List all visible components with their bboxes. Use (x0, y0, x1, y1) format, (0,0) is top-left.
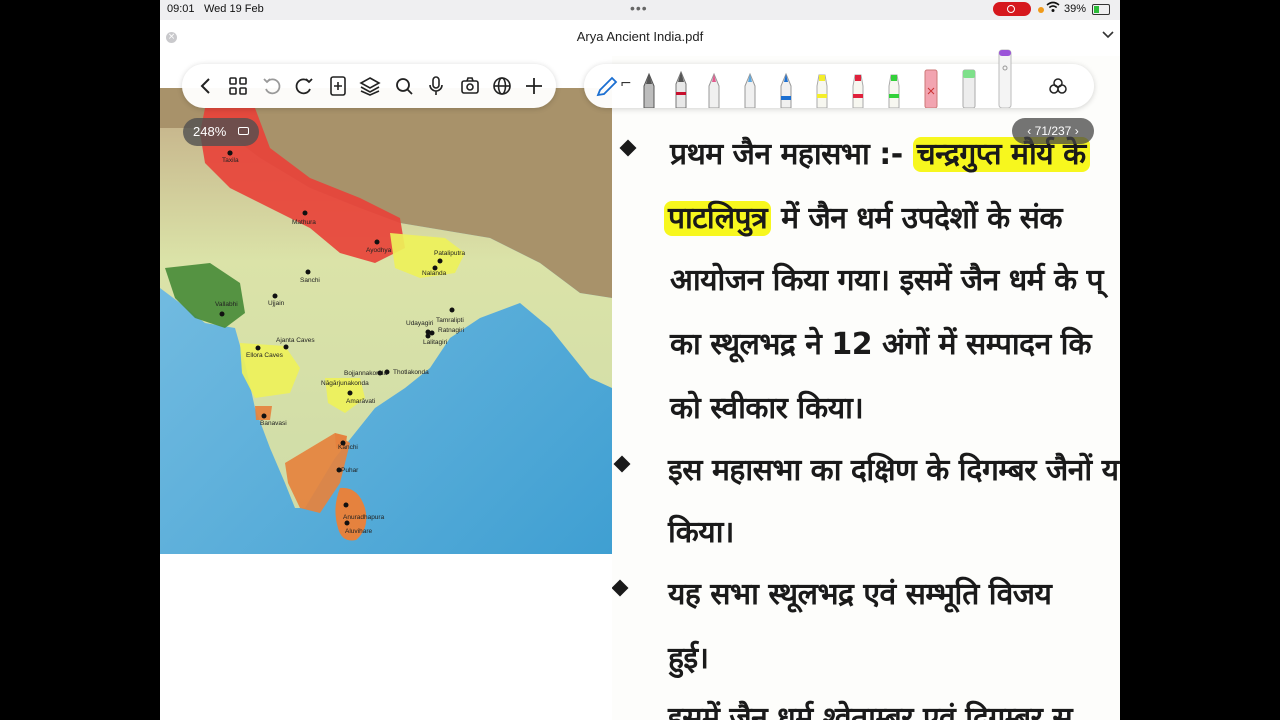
add-icon[interactable] (522, 74, 546, 98)
undo-icon[interactable] (260, 74, 284, 98)
doc-line: को स्वीकार किया। (670, 391, 864, 426)
map-label: Banavasi (260, 420, 287, 427)
annotation-toolbar: ⌐ (584, 49, 1094, 109)
highlighter-green-icon[interactable] (888, 72, 900, 109)
lasso-icon[interactable]: ⌐ (620, 76, 632, 92)
map-label: Amarāvati (346, 398, 375, 405)
pen-blue-icon[interactable] (780, 72, 792, 109)
title-bar: × Arya Ancient India.pdf (160, 20, 1120, 56)
highlight: पाटलिपुत्र (664, 201, 772, 236)
status-date: Wed 19 Feb (204, 3, 264, 15)
pdf-page[interactable]: प्रथम जैन महासभा :- चन्द्रगुप्त मौर्य के… (612, 56, 1120, 720)
search-icon[interactable] (392, 74, 416, 98)
ipad-screen: 09:01 Wed 19 Feb ••• 39% × Arya Ancient … (160, 0, 1120, 720)
india-map-image: Taxila Mathura Ayodhya Pataliputra Nalan… (160, 88, 612, 554)
doc-line: इसमें जैन धर्म श्वेताम्बर एवं दिगम्बर स (668, 701, 1073, 720)
map-label: Kānchi (338, 444, 358, 451)
back-icon[interactable] (194, 74, 218, 98)
pen-mode-icon[interactable] (594, 74, 620, 104)
map-label: Aluvihare (345, 528, 372, 535)
map-label: Vallabhi (215, 301, 238, 308)
map-label: Puhar (341, 467, 359, 474)
map-label: Thotlakonda (393, 369, 429, 376)
page-indicator[interactable]: ‹ 71/237 › (1012, 118, 1094, 144)
map-label: Sanchi (300, 277, 320, 284)
bullet-icon (613, 455, 631, 473)
eraser-green-icon[interactable] (962, 68, 976, 109)
zoom-level: 248% (193, 124, 227, 139)
chevron-down-icon[interactable] (1102, 27, 1114, 43)
map-label: Tamralipti (436, 317, 464, 324)
doc-line: पाटलिपुत्र में जैन धर्म उपदेशों के संक (664, 196, 1062, 237)
map-label: Nalanda (422, 270, 447, 277)
battery-percent: 39% (1064, 3, 1087, 15)
fountain-pen-icon[interactable] (642, 72, 655, 109)
doc-line: आयोजन किया गया। इसमें जैन धर्म के प् (670, 263, 1104, 298)
highlighter-yellow-icon[interactable] (816, 72, 828, 109)
main-toolbar (182, 64, 556, 108)
map-label: Ratnagiri (438, 327, 464, 334)
layers-icon[interactable] (358, 74, 382, 98)
doc-line: का स्थूलभद्र ने 12 अंगों में सम्पादन कि (670, 327, 1092, 362)
pen-purple-icon[interactable] (998, 48, 1012, 109)
zoom-indicator[interactable]: 248% (183, 118, 259, 146)
highlighter-red-icon[interactable] (852, 72, 864, 109)
doc-line: इस महासभा का दक्षिण के दिगम्बर जैनों य (668, 453, 1119, 488)
screen-recording-icon[interactable] (993, 2, 1031, 16)
multitasking-dots-icon[interactable]: ••• (630, 0, 648, 16)
doc-line: किया। (668, 515, 734, 550)
map-label: Lalitagiri (423, 339, 447, 346)
color-palette-icon[interactable] (1048, 76, 1068, 100)
map-label: Ellora Caves (246, 352, 284, 359)
document-title[interactable]: Arya Ancient India.pdf (160, 29, 1120, 44)
map-label: Bojjannakonda (344, 370, 387, 377)
redo-icon[interactable] (292, 74, 316, 98)
map-label: Nāgārjunakonda (321, 380, 369, 387)
map-label: Ayodhya (366, 247, 392, 254)
chevron-left-icon[interactable]: ‹ (1027, 124, 1031, 138)
mic-indicator-icon (1038, 7, 1044, 13)
bullet-icon (619, 139, 637, 157)
globe-icon[interactable] (490, 74, 514, 98)
map-label: Pataliputra (434, 250, 465, 257)
pen-light-blue-icon[interactable] (744, 72, 756, 109)
microphone-icon[interactable] (424, 74, 448, 98)
status-bar: 09:01 Wed 19 Feb ••• 39% (160, 0, 1120, 20)
doc-line: हुई। (668, 641, 709, 676)
map-label: Mathura (292, 219, 316, 226)
map-label: Ajanta Caves (276, 337, 315, 344)
battery-icon (1092, 4, 1110, 15)
map-label: Ujjain (268, 300, 285, 307)
page-number: 71/237 (1034, 124, 1072, 138)
doc-line: यह सभा स्थूलभद्र एवं सम्भूति विजय (668, 577, 1052, 612)
map-label: Taxila (222, 157, 239, 164)
add-page-icon[interactable] (326, 74, 350, 98)
map-label: Anuradhapura (343, 514, 385, 521)
pen-red-icon[interactable] (674, 70, 687, 109)
map-label: Udayagiri (406, 320, 433, 327)
chevron-right-icon[interactable]: › (1075, 124, 1079, 138)
pen-pink-icon[interactable] (708, 72, 720, 109)
wifi-icon (1046, 1, 1060, 16)
lock-icon[interactable] (238, 127, 249, 135)
status-time: 09:01 (167, 3, 195, 15)
camera-icon[interactable] (458, 74, 482, 98)
bullet-icon (612, 579, 629, 597)
eraser-pink-icon[interactable] (924, 68, 938, 109)
thumbnails-icon[interactable] (226, 74, 250, 98)
